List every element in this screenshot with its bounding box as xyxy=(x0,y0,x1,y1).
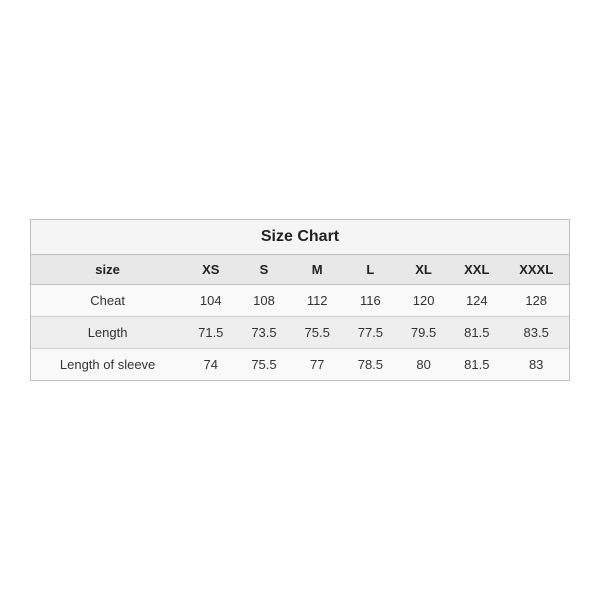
row-1-col-4: 79.5 xyxy=(397,317,450,349)
header-col-4: L xyxy=(344,255,397,285)
table-title-row: Size Chart xyxy=(31,220,569,255)
header-col-6: XXL xyxy=(450,255,503,285)
row-2-col-3: 78.5 xyxy=(344,349,397,381)
row-2-col-6: 83 xyxy=(503,349,569,381)
table-title: Size Chart xyxy=(261,228,339,245)
row-0-col-1: 108 xyxy=(237,285,290,317)
row-2-col-0: 74 xyxy=(184,349,237,381)
row-0-col-0: 104 xyxy=(184,285,237,317)
row-1-col-0: 71.5 xyxy=(184,317,237,349)
size-chart-table: sizeXSSMLXLXXLXXXL Cheat1041081121161201… xyxy=(31,255,569,380)
table-row: Length of sleeve7475.57778.58081.583 xyxy=(31,349,569,381)
header-col-7: XXXL xyxy=(503,255,569,285)
header-col-1: XS xyxy=(184,255,237,285)
row-1-col-3: 77.5 xyxy=(344,317,397,349)
row-0-col-2: 112 xyxy=(291,285,344,317)
header-col-0: size xyxy=(31,255,184,285)
header-col-2: S xyxy=(237,255,290,285)
row-0-label: Cheat xyxy=(31,285,184,317)
row-1-col-1: 73.5 xyxy=(237,317,290,349)
row-1-col-6: 83.5 xyxy=(503,317,569,349)
row-0-col-6: 128 xyxy=(503,285,569,317)
table-row: Length71.573.575.577.579.581.583.5 xyxy=(31,317,569,349)
table-body: Cheat104108112116120124128Length71.573.5… xyxy=(31,285,569,381)
row-2-label: Length of sleeve xyxy=(31,349,184,381)
row-0-col-4: 120 xyxy=(397,285,450,317)
header-col-5: XL xyxy=(397,255,450,285)
table-row: Cheat104108112116120124128 xyxy=(31,285,569,317)
row-0-col-3: 116 xyxy=(344,285,397,317)
row-0-col-5: 124 xyxy=(450,285,503,317)
table-header-row: sizeXSSMLXLXXLXXXL xyxy=(31,255,569,285)
row-1-col-5: 81.5 xyxy=(450,317,503,349)
row-2-col-2: 77 xyxy=(291,349,344,381)
row-1-col-2: 75.5 xyxy=(291,317,344,349)
row-1-label: Length xyxy=(31,317,184,349)
row-2-col-1: 75.5 xyxy=(237,349,290,381)
size-chart-container: Size Chart sizeXSSMLXLXXLXXXL Cheat10410… xyxy=(30,219,570,381)
row-2-col-5: 81.5 xyxy=(450,349,503,381)
header-col-3: M xyxy=(291,255,344,285)
row-2-col-4: 80 xyxy=(397,349,450,381)
